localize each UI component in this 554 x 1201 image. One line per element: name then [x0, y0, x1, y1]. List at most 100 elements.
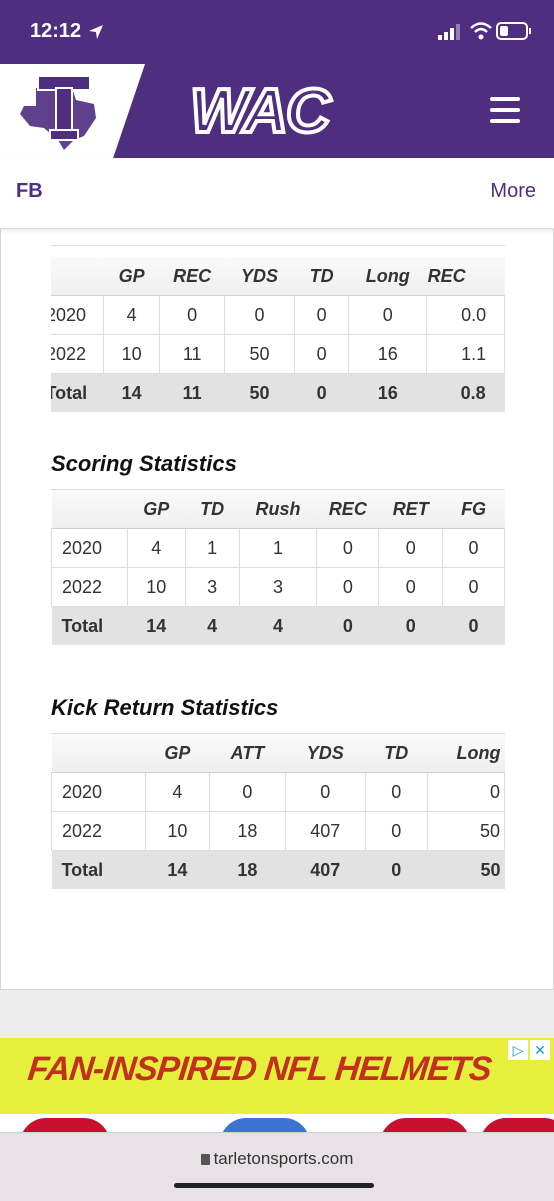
table-cell: 2020 [51, 295, 104, 335]
table-cell: 50 [224, 334, 295, 374]
battery-icon [496, 22, 531, 40]
table-cell: 2022 [51, 567, 128, 607]
table-cell: 0 [209, 772, 286, 812]
table-cell: 4 [185, 606, 240, 645]
table-cell: 0 [316, 528, 380, 568]
scoring-table: GP TD Rush REC RET FG 2020 4 1 1 0 0 0 2… [51, 490, 505, 645]
table-cell: 3 [238, 567, 318, 607]
sport-label[interactable]: FB [16, 180, 43, 203]
tarleton-logo[interactable] [14, 70, 110, 152]
table-row-total: Total 14 18 407 0 50 [51, 850, 505, 889]
table-cell: 1 [238, 528, 318, 568]
table-row: 2020 4 0 0 0 0 0.0 [51, 295, 505, 335]
table-cell: 0.0 [426, 295, 505, 335]
table-cell: 0 [224, 295, 295, 335]
table-row: 2020 4 0 0 0 0 [51, 772, 505, 812]
table-cell: 2022 [51, 334, 104, 374]
table-cell: 50 [426, 811, 505, 851]
kick-return-table: GP ATT YDS TD Long 2020 4 0 0 0 0 2022 1… [51, 734, 505, 889]
col-header: YDS [285, 734, 366, 773]
table-cell: 0 [316, 567, 380, 607]
more-link[interactable]: More [490, 180, 536, 203]
table-cell: 0 [378, 567, 444, 607]
table-cell: 3 [184, 567, 240, 607]
browser-address-bar[interactable]: tarletonsports.com [0, 1132, 554, 1201]
ad-choices-icon[interactable]: ▷ [508, 1040, 528, 1060]
col-header: REC [316, 490, 379, 529]
table-cell: 50 [224, 373, 295, 412]
table-cell: 0 [159, 295, 226, 335]
table-cell: 10 [144, 811, 211, 851]
table-cell: 407 [285, 850, 366, 889]
menu-icon[interactable] [490, 97, 520, 123]
ad-close-icon[interactable]: ✕ [530, 1040, 550, 1060]
col-header: GP [145, 734, 210, 773]
table-cell: 2020 [51, 528, 128, 568]
table-row: 2022 10 18 407 0 50 [51, 811, 505, 851]
table-cell: 16 [348, 334, 428, 374]
table-row-total: Total 14 4 4 0 0 0 [51, 606, 505, 645]
table-cell: 0 [294, 373, 349, 412]
table-cell: 0 [316, 606, 379, 645]
table-cell: 4 [126, 528, 186, 568]
table-row: 2022 10 11 50 0 16 1.1 [51, 334, 505, 374]
status-bar: 12:12 [0, 0, 554, 64]
table-cell: 0 [365, 850, 428, 889]
table-row-total: Total 14 11 50 0 16 0.8 [51, 373, 505, 412]
table-cell: 0 [442, 606, 505, 645]
signal-icon [438, 24, 460, 40]
table-cell: 2020 [51, 772, 146, 812]
table-cell: 50 [427, 850, 505, 889]
divider [51, 245, 505, 246]
col-header: REC [426, 257, 505, 296]
table-cell: 4 [239, 606, 317, 645]
col-header: TD [185, 490, 240, 529]
col-header: Rush [239, 490, 317, 529]
wifi-icon [470, 22, 492, 40]
wac-logo-text: WAC [190, 78, 332, 144]
lock-icon [200, 1154, 210, 1165]
scoring-table-scroller[interactable]: GP TD Rush REC RET FG 2020 4 1 1 0 0 0 2… [51, 489, 505, 645]
table-cell: 14 [145, 850, 210, 889]
table-cell: 4 [102, 295, 161, 335]
col-header: YDS [224, 257, 295, 296]
table-cell: 11 [159, 373, 225, 412]
table-cell: 0 [426, 772, 505, 812]
home-indicator [174, 1183, 374, 1188]
table-cell: 0 [364, 811, 428, 851]
table-cell: 407 [284, 811, 366, 851]
table-cell: 0 [293, 295, 350, 335]
col-header: FG [442, 490, 505, 529]
table-cell: 2022 [51, 811, 146, 851]
col-header: GP [127, 490, 186, 529]
table-cell: Total [51, 373, 104, 412]
col-header [51, 490, 128, 529]
ad-headline[interactable]: FAN-INSPIRED NFL HELMETS [26, 1050, 493, 1089]
table-cell: 16 [348, 373, 427, 412]
site-header: WAC [0, 64, 554, 158]
col-header: REC [159, 257, 225, 296]
sport-nav: FB More [0, 158, 554, 229]
table-cell: 0.8 [426, 373, 505, 412]
table-cell: Total [51, 606, 128, 645]
col-header [51, 734, 146, 773]
col-header: Long [427, 734, 505, 773]
receiving-table-scroller[interactable]: GP REC YDS TD Long REC 2020 4 0 0 0 0 0.… [51, 257, 505, 412]
ad-banner[interactable]: FAN-INSPIRED NFL HELMETS ▷ ✕ [0, 1038, 554, 1134]
table-cell: 0 [364, 772, 428, 812]
table-cell: 14 [103, 373, 160, 412]
stats-content: GP REC YDS TD Long REC 2020 4 0 0 0 0 0.… [0, 228, 554, 990]
table-cell: 10 [126, 567, 186, 607]
table-cell: 14 [127, 606, 186, 645]
wac-logo[interactable]: WAC [188, 78, 370, 144]
table-cell: 1.1 [426, 334, 505, 374]
col-header: Long [348, 257, 427, 296]
table-cell: Total [51, 850, 146, 889]
url-text: tarletonsports.com [213, 1149, 354, 1168]
kick-return-table-scroller[interactable]: GP ATT YDS TD Long 2020 4 0 0 0 0 2022 1… [51, 733, 505, 889]
table-cell: 0 [348, 295, 428, 335]
location-arrow-icon [89, 25, 103, 39]
url-display[interactable]: tarletonsports.com [0, 1149, 554, 1169]
table-cell: 0 [378, 528, 444, 568]
col-header: ATT [209, 734, 286, 773]
